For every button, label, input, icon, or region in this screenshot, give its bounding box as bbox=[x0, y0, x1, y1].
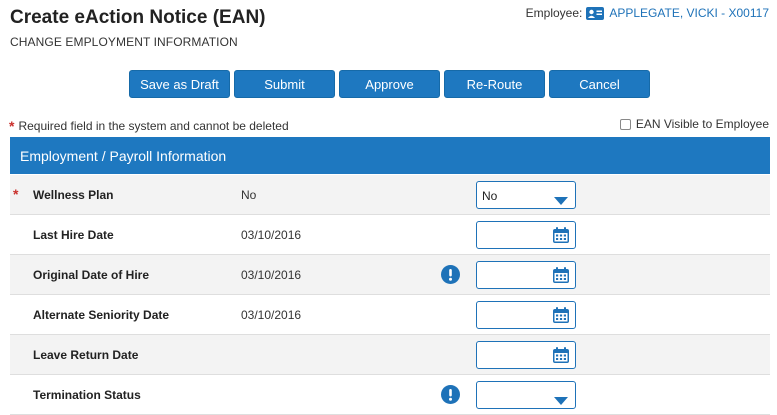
leave-return-date-input[interactable] bbox=[476, 341, 576, 369]
employee-name-link[interactable]: APPLEGATE, VICKI - X00117 bbox=[609, 6, 769, 20]
calendar-icon[interactable] bbox=[552, 266, 570, 284]
action-toolbar: Save as Draft Submit Approve Re-Route Ca… bbox=[129, 70, 654, 98]
employee-label: Employee: bbox=[525, 6, 583, 20]
save-draft-button[interactable]: Save as Draft bbox=[129, 70, 230, 98]
employment-form: * Wellness Plan No No Last Hire Date 03/… bbox=[10, 175, 770, 415]
page-title: Create eAction Notice (EAN) bbox=[10, 7, 266, 28]
field-label: Wellness Plan bbox=[33, 188, 114, 202]
exclamation-circle-icon[interactable] bbox=[441, 385, 460, 404]
alternate-seniority-date-input[interactable] bbox=[476, 301, 576, 329]
reroute-button[interactable]: Re-Route bbox=[444, 70, 545, 98]
required-marker: * bbox=[9, 118, 15, 134]
current-value: 03/10/2016 bbox=[241, 268, 302, 282]
field-label: Original Date of Hire bbox=[33, 268, 150, 282]
field-label: Termination Status bbox=[33, 388, 141, 402]
calendar-icon[interactable] bbox=[552, 226, 570, 244]
ean-visible-checkbox[interactable] bbox=[619, 118, 631, 130]
employee-info: Employee: APPLEGATE, VICKI - X00117 bbox=[526, 6, 769, 20]
submit-button[interactable]: Submit bbox=[234, 70, 335, 98]
ean-visible-toggle[interactable]: EAN Visible to Employee bbox=[619, 117, 769, 131]
ean-visible-label: EAN Visible to Employee bbox=[635, 117, 769, 131]
current-value: No bbox=[241, 188, 257, 202]
wellness-plan-select[interactable]: No bbox=[476, 181, 576, 209]
form-row-last-hire-date: Last Hire Date 03/10/2016 bbox=[10, 215, 770, 255]
approve-button[interactable]: Approve bbox=[339, 70, 440, 98]
form-row-termination-status: Termination Status bbox=[10, 375, 770, 415]
chevron-down-icon bbox=[554, 392, 568, 405]
select-value: No bbox=[482, 189, 498, 203]
required-note: * Required field in the system and canno… bbox=[9, 118, 289, 134]
field-label: Last Hire Date bbox=[33, 228, 114, 242]
current-value: 03/10/2016 bbox=[241, 228, 302, 242]
page-subtitle: CHANGE EMPLOYMENT INFORMATION bbox=[10, 35, 238, 49]
section-title: Employment / Payroll Information bbox=[20, 147, 227, 164]
current-value: 03/10/2016 bbox=[241, 308, 302, 322]
cancel-button[interactable]: Cancel bbox=[549, 70, 650, 98]
required-note-text: Required field in the system and cannot … bbox=[18, 119, 289, 133]
required-marker: * bbox=[13, 186, 19, 202]
field-label: Leave Return Date bbox=[33, 348, 139, 362]
chevron-down-icon bbox=[554, 192, 568, 205]
form-row-original-date-of-hire: Original Date of Hire 03/10/2016 bbox=[10, 255, 770, 295]
calendar-icon[interactable] bbox=[552, 346, 570, 364]
original-date-of-hire-input[interactable] bbox=[476, 261, 576, 289]
field-label: Alternate Seniority Date bbox=[33, 308, 170, 322]
id-card-icon bbox=[586, 6, 605, 20]
form-row-alternate-seniority-date: Alternate Seniority Date 03/10/2016 bbox=[10, 295, 770, 335]
last-hire-date-input[interactable] bbox=[476, 221, 576, 249]
termination-status-select[interactable] bbox=[476, 381, 576, 409]
form-row-wellness-plan: * Wellness Plan No No bbox=[10, 175, 770, 215]
calendar-icon[interactable] bbox=[552, 306, 570, 324]
exclamation-circle-icon[interactable] bbox=[441, 265, 460, 284]
form-row-leave-return-date: Leave Return Date bbox=[10, 335, 770, 375]
section-header: Employment / Payroll Information bbox=[10, 137, 770, 174]
